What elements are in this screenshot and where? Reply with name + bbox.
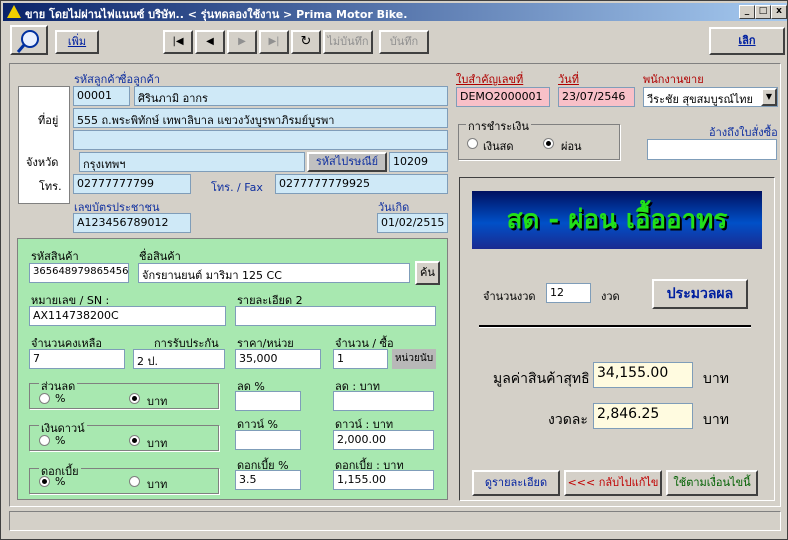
summary-divider [479, 325, 751, 328]
status-bar [9, 511, 781, 531]
salesman-select[interactable]: วีระชัย สุขสมบูรณ์ไทย [643, 87, 778, 107]
interest-pct-radio[interactable] [39, 476, 50, 487]
prev-record-button[interactable]: ◀ [195, 30, 225, 54]
per-baht-label: บาท [703, 412, 729, 428]
summary-banner: สด - ผ่อน เอื้ออาทร [472, 191, 762, 249]
nosave-button[interactable]: ไม่บันทึก [323, 30, 373, 54]
per-field[interactable]: 2,846.25 [593, 403, 693, 429]
discount-amt-field[interactable] [333, 391, 434, 411]
summary-banner-text: สด - ผ่อน เอื้ออาทร [506, 205, 728, 235]
refresh-button[interactable]: ↻ [291, 30, 321, 54]
customer-code-field[interactable]: 00001 [73, 86, 130, 106]
unit-label: หน่วยนับ [392, 349, 436, 369]
next-record-button[interactable]: ▶ [227, 30, 257, 54]
customer-name-field[interactable]: ศิรินภามิ อากร [134, 86, 448, 106]
installment-radio[interactable] [543, 138, 554, 149]
salesman-label: พนักงานขาย [643, 73, 704, 86]
periods-unit: งวด [601, 290, 620, 303]
address-label: ที่อยู่ [38, 114, 59, 127]
interest-baht-radio[interactable] [129, 476, 140, 487]
window-title: ขาย โดยไม่ผ่านไฟแนนซ์ บริษัท.. < รุ่นทดล… [25, 8, 408, 21]
price-field[interactable]: 35,000 [235, 349, 321, 369]
discount-pct-radio-label: % [55, 392, 66, 405]
close-button[interactable]: x [771, 5, 787, 19]
address-line1-field[interactable]: 555 ถ.พระพิทักษ์ เทพาลิบาล แขวงวังบูรพาภ… [73, 108, 448, 128]
magnifier-icon [16, 30, 39, 53]
doc-no-field[interactable]: DEMO2000001 [456, 87, 550, 107]
zip-field[interactable]: 10209 [389, 152, 448, 172]
warranty-field[interactable]: 2 ป. [133, 349, 225, 369]
process-button[interactable]: ประมวลผล [652, 279, 748, 309]
periods-field[interactable]: 12 [546, 283, 591, 303]
date-field[interactable]: 23/07/2546 [558, 87, 635, 107]
interest-amt-field[interactable]: 1,155.00 [333, 470, 434, 490]
down-pct-field[interactable] [235, 430, 301, 450]
detail-field[interactable] [235, 306, 436, 326]
net-baht-label: บาท [703, 371, 729, 387]
maximize-button[interactable]: □ [755, 5, 771, 19]
warning-icon [7, 5, 21, 18]
discount-pct-radio[interactable] [39, 393, 50, 404]
doc-no-label: ใบสำคัญเลขที่ [456, 73, 524, 86]
cash-radio[interactable] [467, 138, 478, 149]
save-button[interactable]: บันทึก [379, 30, 429, 54]
product-search-button[interactable]: ค้น [415, 261, 440, 285]
chevron-down-icon[interactable]: ▼ [761, 88, 777, 106]
province-field[interactable]: กรุงเทพฯ [79, 152, 305, 172]
main-window: ขาย โดยไม่ผ่านไฟแนนซ์ บริษัท.. < รุ่นทดล… [0, 0, 788, 540]
down-baht-radio[interactable] [129, 435, 140, 446]
zip-label: รหัสไปรษณีย์ [307, 152, 387, 172]
add-button[interactable]: เพิ่ม [55, 30, 99, 54]
per-label: งวดละ [548, 412, 588, 428]
qty-field[interactable]: 1 [333, 349, 388, 369]
last-record-button[interactable]: ▶| [259, 30, 289, 54]
payment-label: การชำระเงิน [466, 117, 531, 135]
first-record-button[interactable]: |◀ [163, 30, 193, 54]
interest-baht-radio-label: บาท [147, 478, 168, 491]
discount-baht-radio[interactable] [129, 393, 140, 404]
fax-field[interactable]: 0277777779925 [275, 174, 448, 194]
down-amt-field[interactable]: 2,000.00 [333, 430, 434, 450]
net-label: มูลค่าสินค้าสุทธิ [493, 371, 590, 387]
phone-field[interactable]: 02777777799 [73, 174, 191, 194]
discount-pct-field[interactable] [235, 391, 301, 411]
fax-label: โทร. / Fax [211, 181, 263, 194]
installment-label: ผ่อน [561, 140, 582, 153]
down-pct-radio-label: % [55, 434, 66, 447]
interest-pct-radio-label: % [55, 475, 66, 488]
idcard-field[interactable]: A123456789012 [73, 213, 191, 233]
address-line2-field[interactable] [73, 130, 448, 150]
phone-label: โทร. [39, 180, 62, 193]
ref-field[interactable] [647, 139, 777, 160]
stock-field[interactable]: 7 [29, 349, 125, 369]
discount-baht-radio-label: บาท [147, 395, 168, 408]
product-name-field[interactable]: จักรยานยนต์ มาริมา 125 CC [138, 263, 410, 283]
title-bar: ขาย โดยไม่ผ่านไฟแนนซ์ บริษัท.. < รุ่นทดล… [3, 3, 787, 21]
province-label: จังหวัด [26, 156, 59, 169]
use-condition-button[interactable]: ใช้ตามเงื่อนไขนี้ [666, 470, 758, 496]
view-detail-button[interactable]: ดูรายละเอียด [472, 470, 560, 496]
down-pct-radio[interactable] [39, 435, 50, 446]
periods-label: จำนวนงวด [483, 290, 536, 303]
salesman-value: วีระชัย สุขสมบูรณ์ไทย [647, 93, 753, 106]
exit-button[interactable]: เลิก [709, 27, 785, 55]
minimize-button[interactable]: _ [739, 5, 755, 19]
date-label: วันที่ [558, 73, 579, 86]
search-button[interactable] [10, 25, 48, 55]
sn-field[interactable]: AX114738200C [29, 306, 226, 326]
back-edit-button[interactable]: <<< กลับไปแก้ไข [564, 470, 662, 496]
interest-pct-field[interactable]: 3.5 [235, 470, 301, 490]
product-code-field[interactable]: 365648979865456 [29, 263, 129, 283]
down-baht-radio-label: บาท [147, 437, 168, 450]
cash-label: เงินสด [483, 140, 514, 153]
birth-field[interactable]: 01/02/2515 [377, 213, 448, 233]
net-field[interactable]: 34,155.00 [593, 362, 693, 388]
